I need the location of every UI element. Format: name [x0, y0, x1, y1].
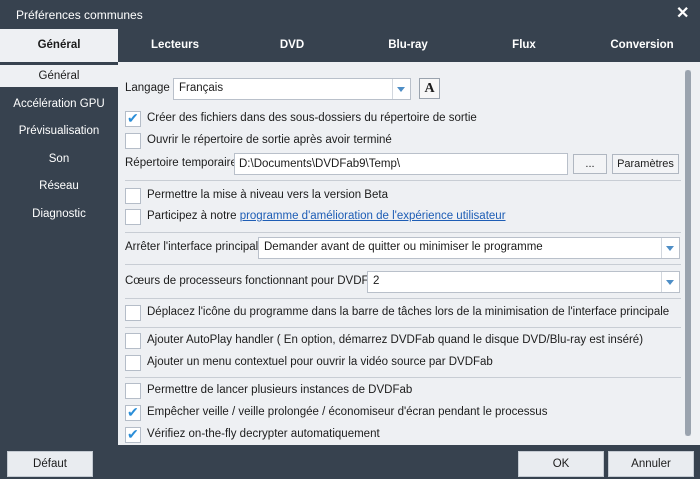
tab-general[interactable]: Général — [0, 29, 118, 62]
cancel-button[interactable]: Annuler — [608, 451, 694, 477]
multi-instances-label: Permettre de lancer plusieurs instances … — [147, 384, 413, 396]
open-output-label: Ouvrir le répertoire de sortie après avo… — [147, 134, 392, 146]
language-label: Langage — [125, 82, 170, 94]
otf-decrypter-checkbox[interactable]: ✔ — [125, 426, 141, 443]
checkmark-icon: ✔ — [127, 426, 139, 442]
stop-ui-value: Demander avant de quitter ou minimiser l… — [264, 241, 543, 253]
temp-dir-label: Répertoire temporaire — [125, 157, 237, 169]
title-bar: Préférences communes ✕ — [0, 0, 700, 29]
ok-button[interactable]: OK — [518, 451, 604, 477]
open-output-row: Ouvrir le répertoire de sortie après avo… — [125, 130, 685, 152]
otf-decrypter-row: ✔ Vérifiez on-the-fly decrypter automati… — [125, 424, 685, 445]
sidebar-item-diagnostic[interactable]: Diagnostic — [0, 203, 118, 225]
context-menu-label: Ajouter un menu contextuel pour ouvrir l… — [147, 356, 493, 368]
sidebar: Général Accélération GPU Prévisualisatio… — [0, 62, 118, 445]
beta-upgrade-label: Permettre la mise à niveau vers la versi… — [147, 189, 388, 201]
divider — [125, 298, 681, 299]
otf-decrypter-label: Vérifiez on-the-fly decrypter automatiqu… — [147, 428, 380, 440]
chevron-down-icon — [661, 238, 679, 258]
create-subfolders-label: Créer des fichiers dans des sous-dossier… — [147, 112, 477, 124]
move-tray-checkbox[interactable] — [125, 305, 141, 321]
sidebar-item-sound[interactable]: Son — [0, 148, 118, 170]
language-select[interactable]: Français — [173, 78, 411, 100]
beta-upgrade-row: Permettre la mise à niveau vers la versi… — [125, 185, 685, 207]
improvement-label-text: Participez à notre — [147, 210, 240, 222]
autoplay-row: Ajouter AutoPlay handler ( En option, dé… — [125, 330, 685, 352]
settings-panel: Langage Français A ✔ Créer des fichiers … — [118, 62, 700, 445]
cpu-cores-select[interactable]: 2 — [367, 271, 680, 293]
multi-instances-row: Permettre de lancer plusieurs instances … — [125, 380, 685, 402]
temp-dir-input[interactable] — [235, 154, 567, 174]
improvement-row: Participez à notre programme d'améliorat… — [125, 206, 685, 228]
temp-dir-row: Répertoire temporaire ... Paramètres — [125, 153, 685, 175]
sidebar-item-preview[interactable]: Prévisualisation — [0, 120, 118, 142]
prevent-sleep-row: ✔ Empêcher veille / veille prolongée / é… — [125, 402, 685, 424]
divider — [125, 180, 681, 181]
improvement-program-link[interactable]: programme d'amélioration de l'expérience… — [240, 210, 506, 222]
prevent-sleep-label: Empêcher veille / veille prolongée / éco… — [147, 406, 548, 418]
default-button[interactable]: Défaut — [7, 451, 93, 477]
tab-conversion[interactable]: Conversion — [584, 29, 700, 62]
autoplay-label: Ajouter AutoPlay handler ( En option, dé… — [147, 334, 644, 346]
prevent-sleep-checkbox[interactable]: ✔ — [125, 404, 141, 421]
chevron-down-icon — [392, 79, 410, 99]
beta-upgrade-checkbox[interactable] — [125, 188, 141, 204]
stop-ui-label: Arrêter l'interface principale — [125, 241, 265, 253]
language-value: Français — [179, 82, 224, 94]
params-button[interactable]: Paramètres — [612, 154, 679, 174]
improvement-checkbox[interactable] — [125, 209, 141, 225]
tab-stream[interactable]: Flux — [464, 29, 584, 62]
tab-readers[interactable]: Lecteurs — [118, 29, 232, 62]
sidebar-item-general[interactable]: Général — [0, 65, 118, 87]
cpu-cores-label: Cœurs de processeurs fonctionnant pour D… — [125, 275, 382, 287]
sidebar-item-gpu[interactable]: Accélération GPU — [0, 93, 118, 115]
move-tray-label: Déplacez l'icône du programme dans la ba… — [147, 306, 670, 318]
improvement-label: Participez à notre programme d'améliorat… — [147, 210, 506, 222]
browse-button[interactable]: ... — [573, 154, 607, 174]
temp-dir-field[interactable] — [234, 153, 568, 175]
tab-dvd[interactable]: DVD — [232, 29, 352, 62]
checkmark-icon: ✔ — [127, 110, 139, 126]
cpu-cores-value: 2 — [373, 275, 380, 287]
tab-bluray[interactable]: Blu-ray — [352, 29, 464, 62]
cpu-cores-row: Cœurs de processeurs fonctionnant pour D… — [125, 271, 685, 293]
autoplay-checkbox[interactable] — [125, 333, 141, 349]
open-output-checkbox[interactable] — [125, 133, 141, 149]
divider — [125, 377, 681, 378]
footer-bar: Défaut OK Annuler — [0, 445, 700, 479]
sidebar-item-network[interactable]: Réseau — [0, 175, 118, 197]
scrollbar-thumb[interactable] — [685, 70, 691, 436]
divider — [125, 264, 681, 265]
chevron-down-icon — [661, 272, 679, 292]
context-menu-row: Ajouter un menu contextuel pour ouvrir l… — [125, 352, 685, 374]
close-icon[interactable]: ✕ — [676, 6, 689, 22]
checkmark-icon: ✔ — [127, 404, 139, 420]
divider — [125, 232, 681, 233]
create-subfolders-checkbox[interactable]: ✔ — [125, 110, 141, 127]
context-menu-checkbox[interactable] — [125, 355, 141, 371]
divider — [125, 327, 681, 328]
stop-ui-row: Arrêter l'interface principale Demander … — [125, 237, 685, 259]
font-button[interactable]: A — [419, 78, 440, 99]
language-row: Langage Français A — [125, 78, 685, 100]
stop-ui-select[interactable]: Demander avant de quitter ou minimiser l… — [258, 237, 680, 259]
move-tray-row: Déplacez l'icône du programme dans la ba… — [125, 302, 685, 324]
scrollbar[interactable] — [685, 70, 691, 436]
create-subfolders-row: ✔ Créer des fichiers dans des sous-dossi… — [125, 108, 685, 130]
window-title: Préférences communes — [16, 8, 143, 22]
tab-bar: Général Lecteurs DVD Blu-ray Flux Conver… — [0, 29, 700, 62]
multi-instances-checkbox[interactable] — [125, 383, 141, 399]
